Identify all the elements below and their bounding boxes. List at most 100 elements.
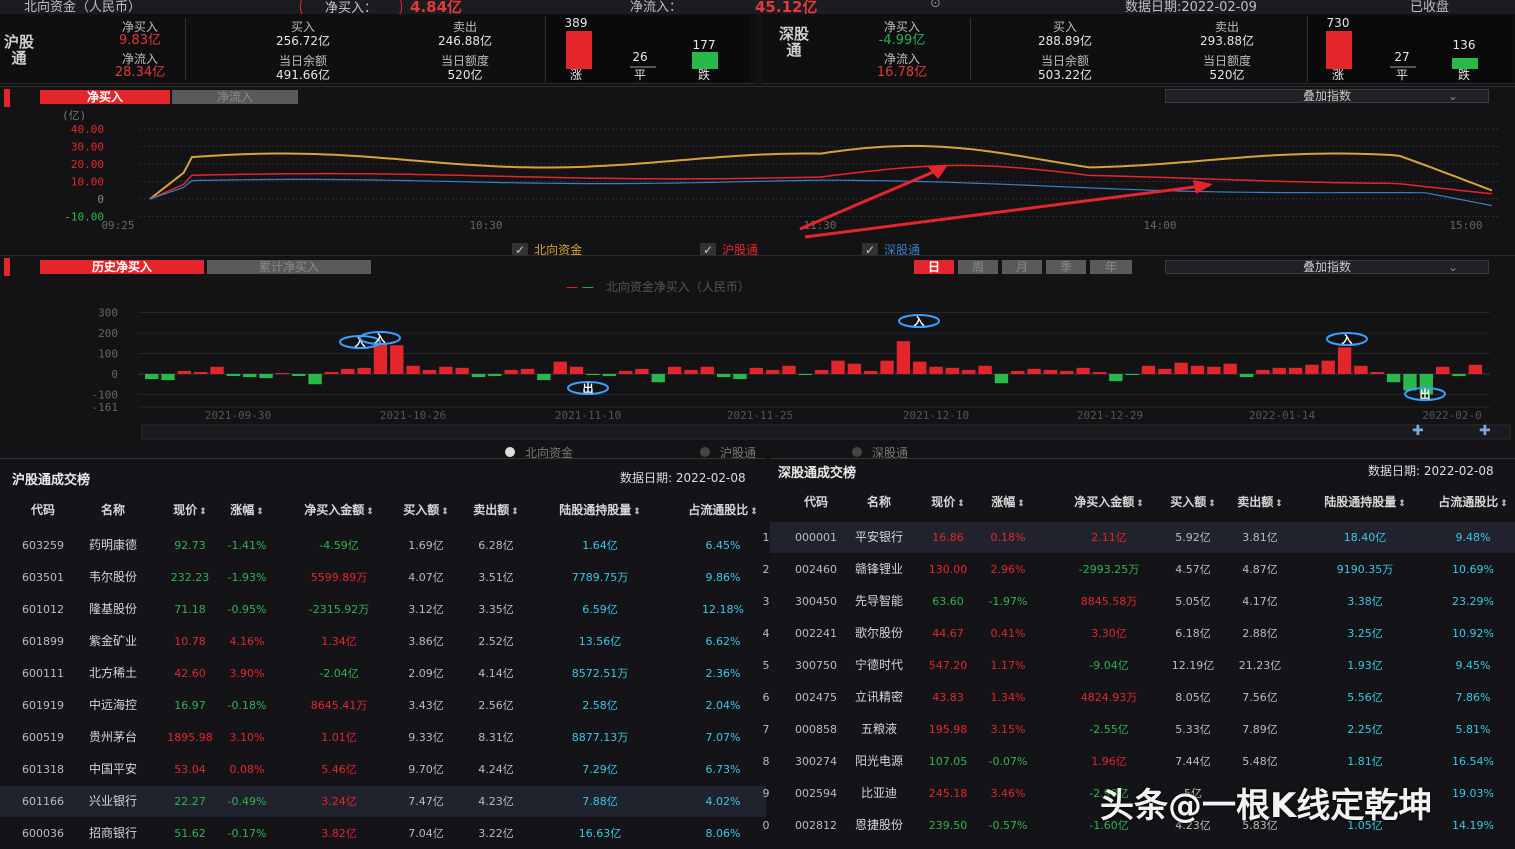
sort-icon: ⇕ bbox=[633, 507, 641, 517]
change-pct: 3.10% bbox=[229, 731, 265, 744]
history-bar bbox=[749, 367, 763, 374]
history-bar bbox=[1190, 365, 1205, 374]
history-bar bbox=[798, 374, 812, 376]
sh-flat-label: 平 bbox=[633, 68, 646, 82]
holding: 2.58亿 bbox=[582, 699, 618, 712]
zoom-in-icon[interactable]: ✚ bbox=[1412, 423, 1424, 439]
table-row[interactable]: 3 300450 先导智能 63.60 -1.97% 8845.58万 5.05亿 4.17亿… bbox=[763, 586, 1515, 617]
column-header[interactable]: 卖出额 ⇕ bbox=[460, 497, 532, 523]
column-header[interactable]: 占流通股比 ⇕ bbox=[1428, 489, 1515, 515]
table-row[interactable]: 8 300274 阳光电源 107.05 -0.07% 1.96亿 7.44亿 5.48亿 1.… bbox=[763, 746, 1515, 777]
history-bar bbox=[1452, 374, 1466, 377]
buy-amount: 9.70亿 bbox=[408, 763, 444, 776]
buy-amount: 5.05亿 bbox=[1175, 595, 1211, 608]
zoom-in-icon[interactable]: ✚ bbox=[1479, 423, 1491, 439]
sort-icon: ⇕ bbox=[1136, 499, 1144, 509]
sh-connect-line bbox=[149, 164, 1493, 200]
table-row[interactable]: 6 601919 中远海控 16.97 -0.18% 8645.41万 3.43亿 2.56亿… bbox=[0, 690, 766, 721]
table-row[interactable]: 9 601166 兴业银行 22.27 -0.49% 3.24亿 7.47亿 4.23亿 7.8… bbox=[0, 786, 766, 817]
change-pct: -0.57% bbox=[988, 819, 1028, 832]
column-header[interactable]: 陆股通持股量 ⇕ bbox=[1294, 489, 1436, 515]
change-pct: 3.90% bbox=[229, 667, 265, 680]
table-row[interactable]: 5 300750 宁德时代 547.20 1.17% -9.04亿 12.19亿 21.23亿… bbox=[763, 650, 1515, 681]
sz-connect-line bbox=[149, 178, 1493, 207]
stock-name: 药明康德 bbox=[88, 538, 137, 552]
sh-trading-table: 沪股通成交榜 数据日期: 2022-02-08 代码 名称 现价 ⇕ 涨幅 ⇕ 净买入金额 ⇕… bbox=[0, 458, 766, 849]
buy-amount: 7.04亿 bbox=[408, 827, 444, 840]
column-header[interactable]: 涨幅 ⇕ bbox=[976, 489, 1040, 515]
column-header[interactable]: 买入额 ⇕ bbox=[1160, 489, 1226, 515]
table-row[interactable]: 2 603501 韦尔股份 232.23 -1.93% 5599.89万 4.07亿 3.51… bbox=[0, 562, 766, 593]
buy-amount: 4.57亿 bbox=[1175, 563, 1211, 576]
column-header[interactable]: 名称 bbox=[840, 489, 918, 515]
table-row[interactable]: 4 002241 歌尔股份 44.67 0.41% 3.30亿 6.18亿 2.88亿 3.25… bbox=[763, 618, 1515, 649]
table-row[interactable]: 7 600519 贵州茅台 1895.98 3.10% 1.01亿 9.33亿 8.31亿 88… bbox=[0, 722, 766, 753]
column-header[interactable]: 卖出额 ⇕ bbox=[1222, 489, 1298, 515]
stock-code: 601318 bbox=[22, 763, 64, 776]
marker-label: 出 bbox=[583, 381, 594, 395]
sh-net-flow-label: 净流入 bbox=[121, 52, 158, 66]
column-header[interactable]: 买入额 ⇕ bbox=[395, 497, 457, 523]
history-bar bbox=[733, 374, 747, 380]
table-row[interactable]: 3 601012 隆基股份 71.18 -0.95% -2315.92万 3.12亿 3.35… bbox=[0, 594, 766, 625]
column-header[interactable]: 净买入金额 ⇕ bbox=[1050, 489, 1168, 515]
x-tick-label: 2021-11-10 bbox=[555, 409, 621, 422]
column-header[interactable]: 陆股通持股量 ⇕ bbox=[540, 497, 660, 523]
history-bar bbox=[422, 369, 437, 374]
sz-buy-label: 买入 bbox=[1052, 20, 1077, 34]
table-row[interactable]: 8 601318 中国平安 53.04 0.08% 5.46亿 9.70亿 4.24亿 7.29… bbox=[0, 754, 766, 785]
sz-table-title: 深股通成交榜 bbox=[778, 466, 857, 481]
row-index: 4 bbox=[0, 626, 6, 657]
stock-name: 韦尔股份 bbox=[88, 570, 137, 584]
holding: 3.25亿 bbox=[1347, 627, 1383, 640]
net-buy: 3.24亿 bbox=[321, 795, 357, 808]
history-bar bbox=[324, 371, 339, 374]
stock-name: 平安银行 bbox=[854, 530, 903, 544]
buy-amount: 12.19亿 bbox=[1171, 659, 1215, 672]
history-bar bbox=[847, 363, 862, 374]
sell-amount: 7.56亿 bbox=[1242, 691, 1278, 704]
history-bar bbox=[994, 374, 1009, 384]
column-header[interactable]: 占流通股比 ⇕ bbox=[668, 497, 778, 523]
row-index: 7 bbox=[0, 722, 6, 753]
history-bar bbox=[553, 361, 567, 374]
sh-flat-count: 26 bbox=[632, 50, 648, 64]
net-buy: -9.04亿 bbox=[1089, 659, 1129, 672]
column-header[interactable]: 名称 bbox=[76, 497, 150, 523]
help-icon[interactable]: ⊙ bbox=[930, 0, 941, 11]
price: 547.20 bbox=[928, 659, 968, 672]
stock-name: 恩捷股份 bbox=[854, 818, 903, 832]
time-scrollbar[interactable] bbox=[141, 424, 1511, 440]
change-pct: 1.34% bbox=[990, 691, 1026, 704]
table-row[interactable]: 2 002460 赣锋锂业 130.00 2.96% -2993.25万 4.57亿 4.87… bbox=[763, 554, 1515, 585]
column-header[interactable]: 净买入金额 ⇕ bbox=[280, 497, 398, 523]
sh-balance-value: 491.66亿 bbox=[276, 68, 330, 82]
table-row[interactable]: 7 000858 五粮液 195.98 3.15% -2.55亿 5.33亿 7.89亿 2.2… bbox=[763, 714, 1515, 745]
float-ratio: 9.48% bbox=[1455, 531, 1491, 544]
history-bar bbox=[864, 370, 878, 374]
table-row[interactable]: 5 600111 北方稀土 42.60 3.90% -2.04亿 2.09亿 4.14亿 857… bbox=[0, 658, 766, 689]
history-bar bbox=[1043, 369, 1058, 374]
sz-up-bar bbox=[1326, 31, 1352, 69]
history-bar bbox=[1468, 364, 1482, 374]
table-row[interactable]: 6 002475 立讯精密 43.83 1.34% 4824.93万 8.05亿 7.56亿 5… bbox=[763, 682, 1515, 713]
history-bar bbox=[504, 369, 518, 374]
table-row[interactable]: 1 000001 平安银行 16.86 0.18% 2.11亿 5.92亿 3.81亿 18.4… bbox=[763, 522, 1515, 553]
change-pct: 0.41% bbox=[990, 627, 1026, 640]
buy-amount: 5.33亿 bbox=[1175, 723, 1211, 736]
history-bar bbox=[1435, 366, 1450, 374]
table-row[interactable]: 4 601899 紫金矿业 10.78 4.16% 1.34亿 3.86亿 2.52亿 13.5… bbox=[0, 626, 766, 657]
row-index: 0 bbox=[0, 818, 6, 849]
table-row[interactable]: 0 600036 招商银行 51.62 -0.17% 3.82亿 7.04亿 3.22亿 16.… bbox=[0, 818, 766, 849]
column-header[interactable]: 现价 ⇕ bbox=[158, 497, 222, 523]
history-bar bbox=[292, 374, 306, 377]
column-header[interactable]: 代码 bbox=[10, 497, 76, 523]
column-header[interactable]: 现价 ⇕ bbox=[918, 489, 978, 515]
sort-icon: ⇕ bbox=[199, 507, 207, 517]
column-header[interactable]: 涨幅 ⇕ bbox=[215, 497, 279, 523]
sz-net-flow-label: 净流入 bbox=[883, 52, 920, 66]
sh-up-bar bbox=[566, 31, 592, 69]
net-buy: 2.11亿 bbox=[1091, 531, 1127, 544]
table-row[interactable]: 1 603259 药明康德 92.73 -1.41% -4.59亿 1.69亿 6.28亿 1.… bbox=[0, 530, 766, 561]
x-tick-label: 09:25 bbox=[101, 219, 134, 232]
